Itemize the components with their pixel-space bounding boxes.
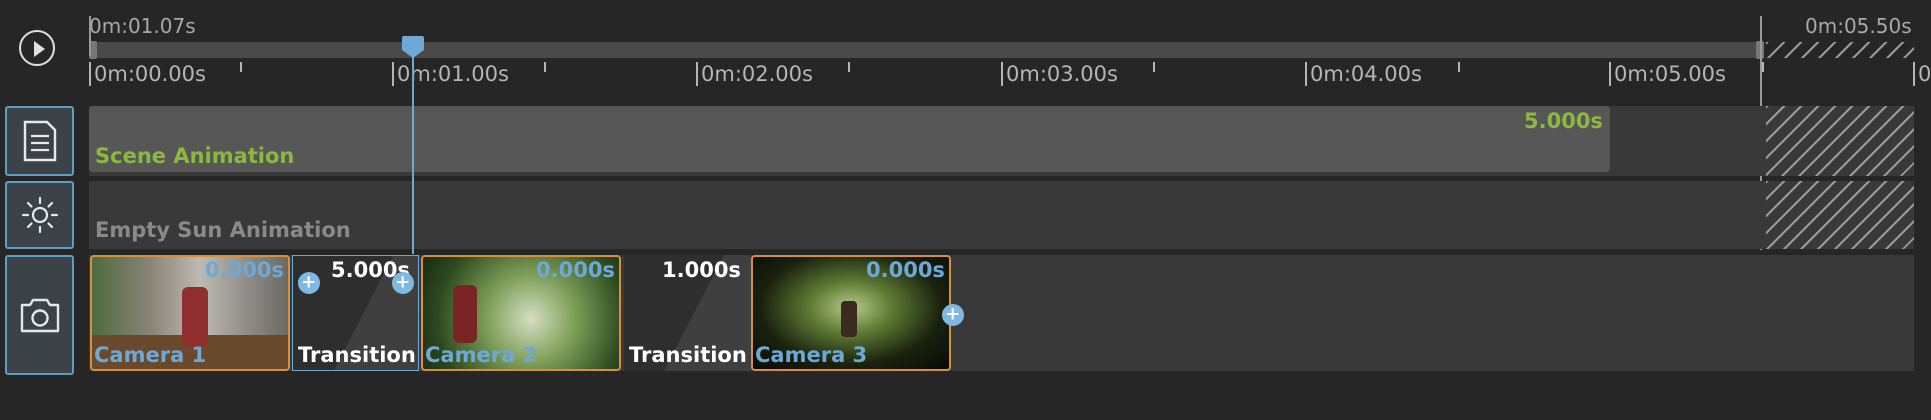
tick-major bbox=[696, 62, 698, 86]
transition-2-duration: 1.000s bbox=[662, 258, 741, 282]
transition-2-name: Transition bbox=[629, 343, 747, 367]
tick-label: 0m:00.00s bbox=[94, 62, 206, 86]
playhead-line bbox=[412, 42, 414, 254]
camera-2-name: Camera 2 bbox=[425, 343, 538, 367]
tick-label: 0m:05.00s bbox=[1614, 62, 1726, 86]
range-start-line bbox=[89, 16, 91, 56]
out-of-range-hatch bbox=[1766, 42, 1914, 58]
sun-track bbox=[89, 181, 1914, 249]
sun-icon bbox=[21, 196, 58, 234]
tick-major bbox=[1913, 62, 1915, 86]
transition-1-name: Transition bbox=[298, 343, 416, 367]
camera-3-name: Camera 3 bbox=[755, 343, 868, 367]
current-time-label: 0m:01.07s bbox=[89, 14, 196, 38]
tick-major bbox=[1305, 62, 1307, 86]
out-of-range-hatch bbox=[1766, 106, 1914, 176]
scene-animation-clip[interactable] bbox=[89, 106, 1610, 172]
tick-minor bbox=[544, 62, 546, 72]
sun-animation-label: Empty Sun Animation bbox=[95, 218, 351, 242]
camera-icon bbox=[20, 298, 59, 333]
sun-track-button[interactable] bbox=[5, 181, 74, 249]
tick-major bbox=[1609, 62, 1611, 86]
play-icon bbox=[34, 41, 45, 57]
playhead-tip bbox=[402, 50, 424, 58]
document-icon bbox=[23, 120, 56, 162]
thumbnail-figure bbox=[841, 301, 857, 337]
thumbnail-figure bbox=[453, 285, 477, 343]
scrub-bar[interactable] bbox=[89, 42, 1763, 58]
play-button[interactable] bbox=[19, 30, 55, 66]
tick-minor bbox=[848, 62, 850, 72]
tick-major bbox=[392, 62, 394, 86]
tick-label: 0m:02.00s bbox=[701, 62, 813, 86]
end-time-label: 0m:05.50s bbox=[1805, 14, 1912, 38]
tick-major bbox=[89, 62, 91, 86]
scene-animation-label: Scene Animation bbox=[95, 144, 295, 168]
camera-3-duration: 0.000s bbox=[866, 258, 945, 282]
tick-label: 0 bbox=[1918, 62, 1931, 86]
playhead-handle[interactable] bbox=[402, 36, 424, 50]
thumbnail-figure bbox=[182, 287, 208, 347]
tick-minor bbox=[1762, 62, 1764, 72]
camera-1-name: Camera 1 bbox=[94, 343, 207, 367]
camera-2-duration: 0.000s bbox=[536, 258, 615, 282]
tick-minor bbox=[1153, 62, 1155, 72]
scene-track-button[interactable] bbox=[5, 106, 74, 176]
camera-track-button[interactable] bbox=[5, 255, 74, 375]
tick-label: 0m:04.00s bbox=[1310, 62, 1422, 86]
tick-label: 0m:03.00s bbox=[1006, 62, 1118, 86]
tick-major bbox=[1001, 62, 1003, 86]
scene-animation-duration: 5.000s bbox=[1524, 109, 1603, 133]
out-of-range-hatch bbox=[1766, 181, 1914, 249]
tick-minor bbox=[1458, 62, 1460, 72]
tick-minor bbox=[240, 62, 242, 72]
camera-1-duration: 0.000s bbox=[205, 258, 284, 282]
